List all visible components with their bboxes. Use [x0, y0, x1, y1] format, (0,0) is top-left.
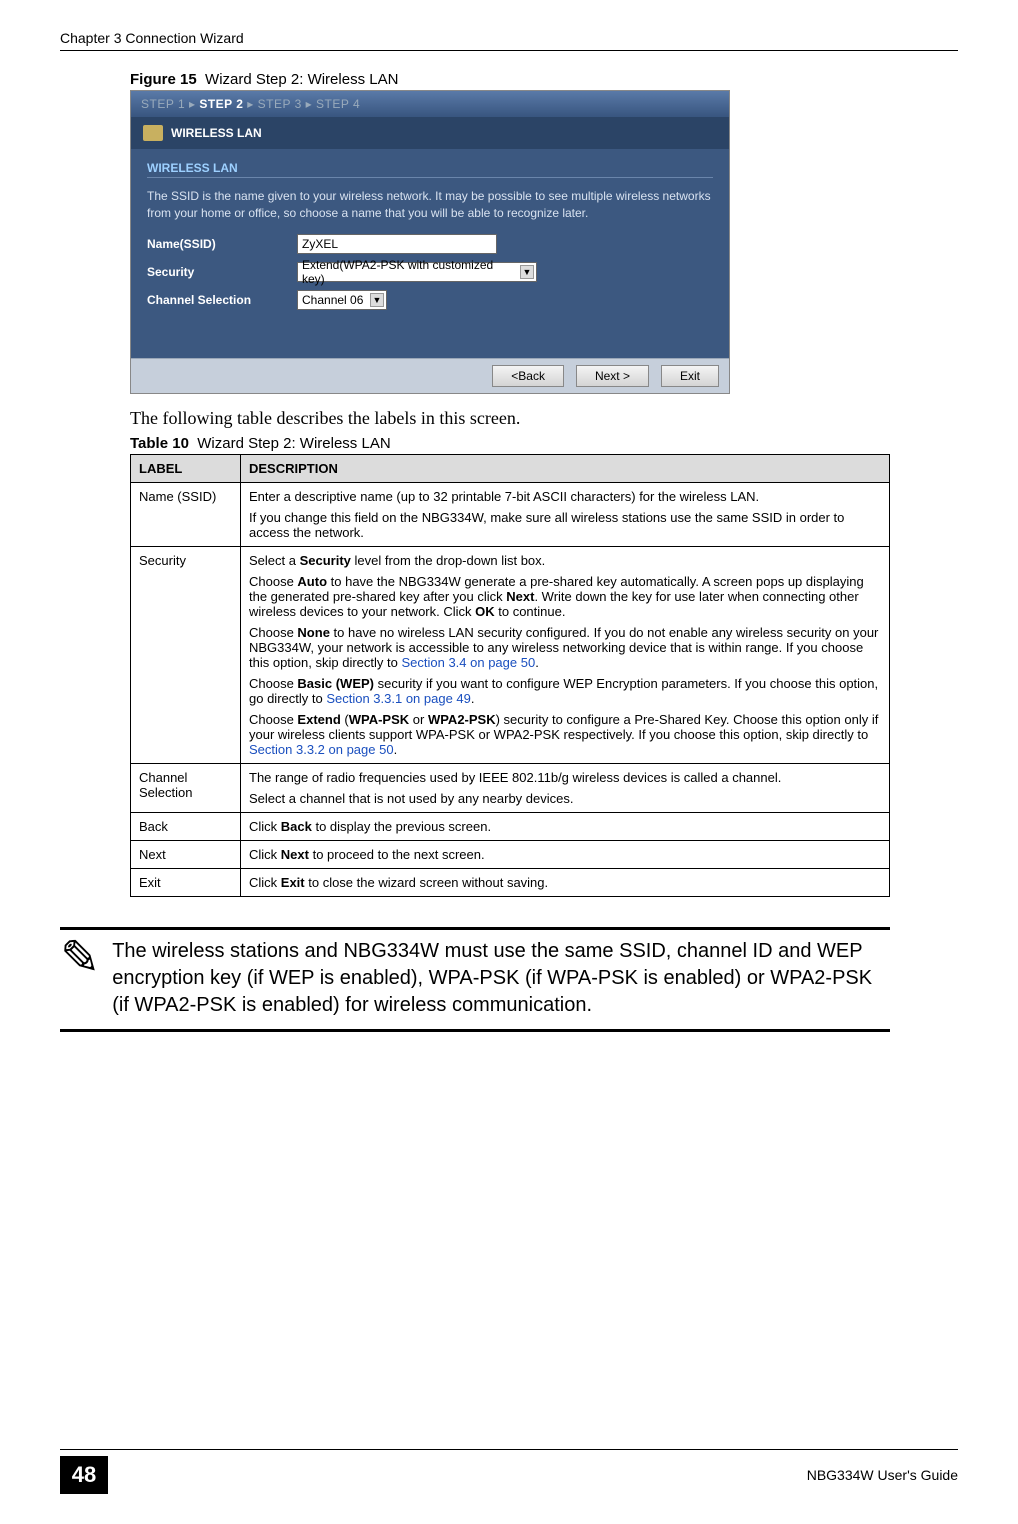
row-desc: Click Next to proceed to the next screen… — [241, 840, 890, 868]
page-footer: 48 NBG334W User's Guide — [60, 1449, 958, 1494]
ssid-label: Name(SSID) — [147, 237, 297, 251]
chevron-down-icon: ▼ — [370, 293, 384, 307]
next-button[interactable]: Next > — [576, 365, 649, 387]
description-table: LABEL DESCRIPTION Name (SSID) Enter a de… — [130, 454, 890, 897]
desc-paragraph: Select a Security level from the drop-do… — [249, 553, 881, 568]
wizard-panel-label: WIRELESS LAN — [147, 161, 713, 175]
desc-paragraph: Click Exit to close the wizard screen wi… — [249, 875, 881, 890]
channel-select[interactable]: Channel 06 ▼ — [297, 290, 387, 310]
desc-paragraph: Click Back to display the previous scree… — [249, 819, 881, 834]
table-header-row: LABEL DESCRIPTION — [131, 454, 890, 482]
desc-paragraph: Select a channel that is not used by any… — [249, 791, 881, 806]
th-desc: DESCRIPTION — [241, 454, 890, 482]
note-top-rule — [60, 927, 890, 930]
section-link[interactable]: Section 3.4 on page 50 — [401, 655, 535, 670]
desc-paragraph: Choose Basic (WEP) security if you want … — [249, 676, 881, 706]
security-row: Security Extend(WPA2-PSK with customized… — [147, 262, 713, 282]
step-2-label: STEP 2 — [199, 97, 243, 111]
table-caption: Table 10 Wizard Step 2: Wireless LAN — [130, 435, 958, 452]
channel-row: Channel Selection Channel 06 ▼ — [147, 290, 713, 310]
table-row: Exit Click Exit to close the wizard scre… — [131, 868, 890, 896]
row-label: Next — [131, 840, 241, 868]
note-block: ✎ The wireless stations and NBG334W must… — [60, 927, 890, 1032]
exit-button[interactable]: Exit — [661, 365, 719, 387]
ssid-row: Name(SSID) — [147, 234, 713, 254]
wizard-title-row: WIRELESS LAN — [131, 117, 729, 149]
note-text: The wireless stations and NBG334W must u… — [112, 938, 890, 1019]
wizard-steps-bar: STEP 1 ▸ STEP 2 ▸ STEP 3 ▸ STEP 4 — [131, 91, 729, 117]
back-button[interactable]: <Back — [492, 365, 564, 387]
row-desc: Click Exit to close the wizard screen wi… — [241, 868, 890, 896]
wizard-screenshot: STEP 1 ▸ STEP 2 ▸ STEP 3 ▸ STEP 4 WIRELE… — [130, 90, 730, 394]
body-text: The following table describes the labels… — [130, 408, 958, 429]
security-label: Security — [147, 265, 297, 279]
pencil-note-icon: ✎ — [60, 942, 100, 976]
row-desc: The range of radio frequencies used by I… — [241, 763, 890, 812]
desc-paragraph: Enter a descriptive name (up to 32 print… — [249, 489, 881, 504]
header-rule — [60, 50, 958, 51]
section-link[interactable]: Section 3.3.2 on page 50 — [249, 742, 394, 757]
table-row: Next Click Next to proceed to the next s… — [131, 840, 890, 868]
table-title: Wizard Step 2: Wireless LAN — [197, 435, 390, 452]
desc-paragraph: Click Next to proceed to the next screen… — [249, 847, 881, 862]
desc-paragraph: Choose None to have no wireless LAN secu… — [249, 625, 881, 670]
channel-label: Channel Selection — [147, 293, 297, 307]
table-row: Name (SSID) Enter a descriptive name (up… — [131, 482, 890, 546]
chevron-down-icon: ▼ — [520, 265, 534, 279]
table-row: Security Select a Security level from th… — [131, 546, 890, 763]
desc-paragraph: Choose Extend (WPA-PSK or WPA2-PSK) secu… — [249, 712, 881, 757]
panel-divider — [147, 177, 713, 178]
footer-rule — [60, 1449, 958, 1450]
row-desc: Enter a descriptive name (up to 32 print… — [241, 482, 890, 546]
security-select[interactable]: Extend(WPA2-PSK with customized key) ▼ — [297, 262, 537, 282]
row-label: Security — [131, 546, 241, 763]
page-number-badge: 48 — [60, 1456, 108, 1494]
wizard-panel: WIRELESS LAN The SSID is the name given … — [131, 149, 729, 358]
folder-icon — [143, 125, 163, 141]
table-row: Back Click Back to display the previous … — [131, 812, 890, 840]
ssid-input[interactable] — [297, 234, 497, 254]
desc-paragraph: Choose Auto to have the NBG334W generate… — [249, 574, 881, 619]
wizard-footer: <Back Next > Exit — [131, 358, 729, 393]
section-link[interactable]: Section 3.3.1 on page 49 — [326, 691, 471, 706]
note-content: ✎ The wireless stations and NBG334W must… — [60, 938, 890, 1019]
security-value: Extend(WPA2-PSK with customized key) — [302, 258, 518, 286]
desc-paragraph: If you change this field on the NBG334W,… — [249, 510, 881, 540]
row-label: Name (SSID) — [131, 482, 241, 546]
chapter-header: Chapter 3 Connection Wizard — [60, 30, 958, 46]
row-label: Exit — [131, 868, 241, 896]
channel-value: Channel 06 — [302, 293, 363, 307]
row-desc: Select a Security level from the drop-do… — [241, 546, 890, 763]
wizard-title: WIRELESS LAN — [171, 126, 262, 140]
desc-paragraph: The range of radio frequencies used by I… — [249, 770, 881, 785]
th-label: LABEL — [131, 454, 241, 482]
row-desc: Click Back to display the previous scree… — [241, 812, 890, 840]
row-label: Channel Selection — [131, 763, 241, 812]
footer-row: 48 NBG334W User's Guide — [60, 1456, 958, 1494]
step-1-label: STEP 1 ▸ — [141, 97, 199, 111]
row-label: Back — [131, 812, 241, 840]
figure-title: Wizard Step 2: Wireless LAN — [205, 71, 398, 88]
table-row: Channel Selection The range of radio fre… — [131, 763, 890, 812]
figure-label: Figure 15 — [130, 71, 197, 88]
figure-caption: Figure 15 Wizard Step 2: Wireless LAN — [130, 71, 958, 88]
step-rest-label: ▸ STEP 3 ▸ STEP 4 — [243, 97, 360, 111]
wizard-description: The SSID is the name given to your wirel… — [147, 188, 713, 222]
table-label: Table 10 — [130, 435, 189, 452]
note-bottom-rule — [60, 1029, 890, 1032]
guide-name: NBG334W User's Guide — [807, 1467, 958, 1483]
